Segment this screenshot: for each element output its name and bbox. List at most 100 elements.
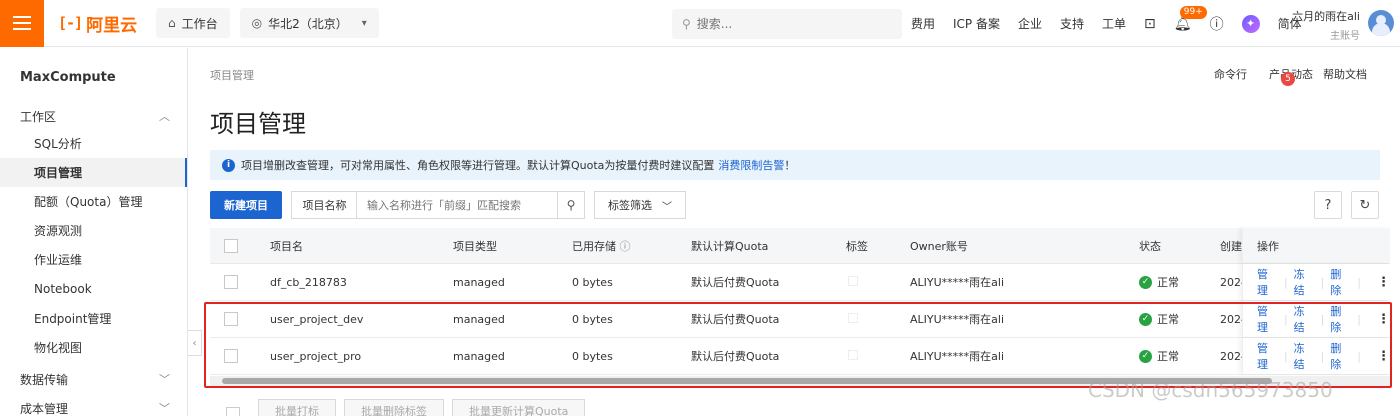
project-name[interactable]: user_project_pro bbox=[270, 350, 361, 363]
sidebar-group-cost[interactable]: 成本管理 ﹀ bbox=[20, 400, 170, 416]
sidebar-item-label: 项目管理 bbox=[34, 166, 83, 180]
aliyun-logo[interactable]: [-] 阿里云 bbox=[58, 11, 138, 36]
project-owner: ALIYU*****雨在ali bbox=[910, 313, 1005, 326]
sidebar-collapse-handle[interactable]: ‹ bbox=[188, 330, 202, 356]
global-search[interactable]: ⚲ bbox=[672, 9, 902, 39]
project-storage: 0 bytes bbox=[572, 349, 613, 363]
ai-assistant-icon[interactable]: ✦ bbox=[1241, 14, 1260, 33]
docs-link[interactable]: 帮助文档 bbox=[1323, 66, 1367, 96]
project-name[interactable]: user_project_dev bbox=[270, 313, 363, 326]
row-checkbox[interactable] bbox=[224, 312, 238, 326]
project-type: managed bbox=[453, 275, 505, 289]
page-title: 项目管理 bbox=[210, 110, 306, 138]
top-link-support[interactable]: 支持 bbox=[1060, 15, 1084, 32]
notification-badge: 99+ bbox=[1179, 5, 1207, 19]
col-ops: 操作 bbox=[1242, 228, 1390, 263]
delete-link[interactable]: 删除 bbox=[1330, 303, 1351, 335]
sidebar-item-mview[interactable]: 物化视图 bbox=[0, 333, 187, 362]
location-icon: ◎ bbox=[251, 16, 263, 30]
check-circle-icon: ✓ bbox=[1139, 275, 1152, 289]
manage-link[interactable]: 管理 bbox=[1257, 340, 1278, 372]
batch-select-checkbox[interactable] bbox=[226, 407, 240, 416]
avatar[interactable] bbox=[1368, 10, 1394, 36]
menu-icon[interactable] bbox=[0, 0, 44, 47]
sidebar-item-resource[interactable]: 资源观测 bbox=[0, 216, 187, 245]
col-owner[interactable]: Owner账号 bbox=[910, 238, 968, 254]
row-checkbox[interactable] bbox=[224, 349, 238, 363]
col-storage[interactable]: 已用存储 ⓘ bbox=[572, 238, 631, 254]
sidebar-item-project[interactable]: 项目管理 bbox=[0, 158, 187, 187]
tag-filter-label: 标签筛选 bbox=[608, 199, 652, 212]
breadcrumb[interactable]: 项目管理 bbox=[210, 67, 254, 83]
top-link-billing[interactable]: 费用 bbox=[911, 15, 935, 32]
project-type: managed bbox=[453, 349, 505, 363]
project-type: managed bbox=[453, 312, 505, 326]
help-icon[interactable]: ⓘ bbox=[1210, 14, 1224, 34]
new-project-button[interactable]: 新建项目 bbox=[210, 191, 282, 219]
status-label: 正常 bbox=[1157, 350, 1179, 363]
help-icon[interactable]: ⓘ bbox=[620, 240, 631, 253]
sidebar-item-notebook[interactable]: Notebook bbox=[0, 274, 187, 303]
more-icon[interactable]: ⋮ bbox=[1377, 312, 1390, 327]
freeze-link[interactable]: 冻结 bbox=[1294, 266, 1315, 298]
tag-icon[interactable] bbox=[848, 349, 858, 363]
refresh-icon[interactable]: ↻ bbox=[1351, 191, 1379, 219]
col-quota[interactable]: 默认计算Quota bbox=[691, 238, 768, 254]
search-icon[interactable]: ⚲ bbox=[557, 191, 585, 219]
col-created[interactable]: 创建 bbox=[1220, 238, 1242, 254]
batch-remove-tag-button[interactable]: 批量删除标签 bbox=[344, 399, 444, 416]
region-selector[interactable]: ◎ 华北2（北京） ▾ bbox=[239, 8, 379, 38]
cmd-link[interactable]: 命令行 bbox=[1214, 66, 1247, 96]
sidebar-group-data[interactable]: 数据传输 ﹀ bbox=[20, 371, 170, 388]
project-name[interactable]: df_cb_218783 bbox=[270, 276, 347, 289]
select-all-checkbox[interactable] bbox=[224, 238, 238, 253]
batch-update-quota-button[interactable]: 批量更新计算Quota bbox=[452, 399, 586, 416]
tag-icon[interactable] bbox=[848, 312, 858, 326]
row-checkbox[interactable] bbox=[224, 275, 238, 289]
freeze-link[interactable]: 冻结 bbox=[1294, 303, 1315, 335]
user-info[interactable]: 六月的雨在ali 主账号 bbox=[1292, 8, 1360, 42]
top-link-icp[interactable]: ICP 备案 bbox=[953, 15, 1000, 32]
workbench-button[interactable]: ⌂ 工作台 bbox=[156, 8, 230, 38]
project-owner: ALIYU*****雨在ali bbox=[910, 350, 1005, 363]
cost-alert-link[interactable]: 消费限制告警 bbox=[718, 157, 784, 173]
sidebar-group-workspace[interactable]: 工作区 ︿ bbox=[20, 108, 170, 125]
tag-icon[interactable] bbox=[848, 275, 858, 289]
sidebar-item-endpoint[interactable]: Endpoint管理 bbox=[0, 304, 187, 333]
product-news-link[interactable]: 产品动态5 bbox=[1269, 66, 1313, 96]
top-link-enterprise[interactable]: 企业 bbox=[1018, 15, 1042, 32]
logo-text: 阿里云 bbox=[86, 15, 138, 36]
top-links: 费用 ICP 备案 企业 支持 工单 ⊡ 🔔︎ 99+ ⓘ ✦ 简体 bbox=[893, 0, 1302, 47]
bell-icon[interactable]: 🔔︎ 99+ bbox=[1174, 5, 1207, 32]
chevron-down-icon: ﹀ bbox=[159, 402, 170, 415]
delete-link[interactable]: 删除 bbox=[1330, 340, 1351, 372]
status-label: 正常 bbox=[1157, 313, 1179, 326]
chevron-down-icon: ﹀ bbox=[159, 373, 170, 386]
more-icon[interactable]: ⋮ bbox=[1377, 275, 1390, 290]
batch-tag-button[interactable]: 批量打标 bbox=[258, 399, 336, 416]
freeze-link[interactable]: 冻结 bbox=[1294, 340, 1315, 372]
top-link-ticket[interactable]: 工单 bbox=[1102, 15, 1126, 32]
sidebar-item-quota[interactable]: 配额（Quota）管理 bbox=[0, 187, 187, 216]
info-notice: i 项目增删改查管理，可对常用属性、角色权限等进行管理。默认计算Quota为按量… bbox=[210, 150, 1380, 180]
col-type[interactable]: 项目类型 bbox=[453, 238, 497, 254]
help-icon[interactable]: ? bbox=[1314, 191, 1342, 219]
chevron-down-icon: ﹀ bbox=[662, 201, 672, 213]
sidebar-item-sql[interactable]: SQL分析 bbox=[0, 129, 187, 158]
col-name[interactable]: 项目名 bbox=[270, 238, 303, 254]
tag-filter-dropdown[interactable]: 标签筛选 ﹀ bbox=[594, 191, 686, 219]
delete-link[interactable]: 删除 bbox=[1330, 266, 1351, 298]
project-name-search-input[interactable] bbox=[356, 191, 558, 219]
filter-field-label[interactable]: 项目名称 bbox=[291, 191, 357, 219]
terminal-icon[interactable]: ⊡ bbox=[1144, 16, 1156, 32]
col-tag[interactable]: 标签 bbox=[846, 238, 868, 254]
sidebar-item-jobs[interactable]: 作业运维 bbox=[0, 245, 187, 274]
workbench-label: 工作台 bbox=[181, 16, 218, 31]
manage-link[interactable]: 管理 bbox=[1257, 266, 1278, 298]
col-status[interactable]: 状态 bbox=[1139, 238, 1161, 254]
manage-link[interactable]: 管理 bbox=[1257, 303, 1278, 335]
more-icon[interactable]: ⋮ bbox=[1377, 349, 1390, 364]
project-quota: 默认后付费Quota bbox=[691, 276, 780, 289]
project-quota: 默认后付费Quota bbox=[691, 313, 780, 326]
search-input[interactable] bbox=[696, 17, 877, 31]
